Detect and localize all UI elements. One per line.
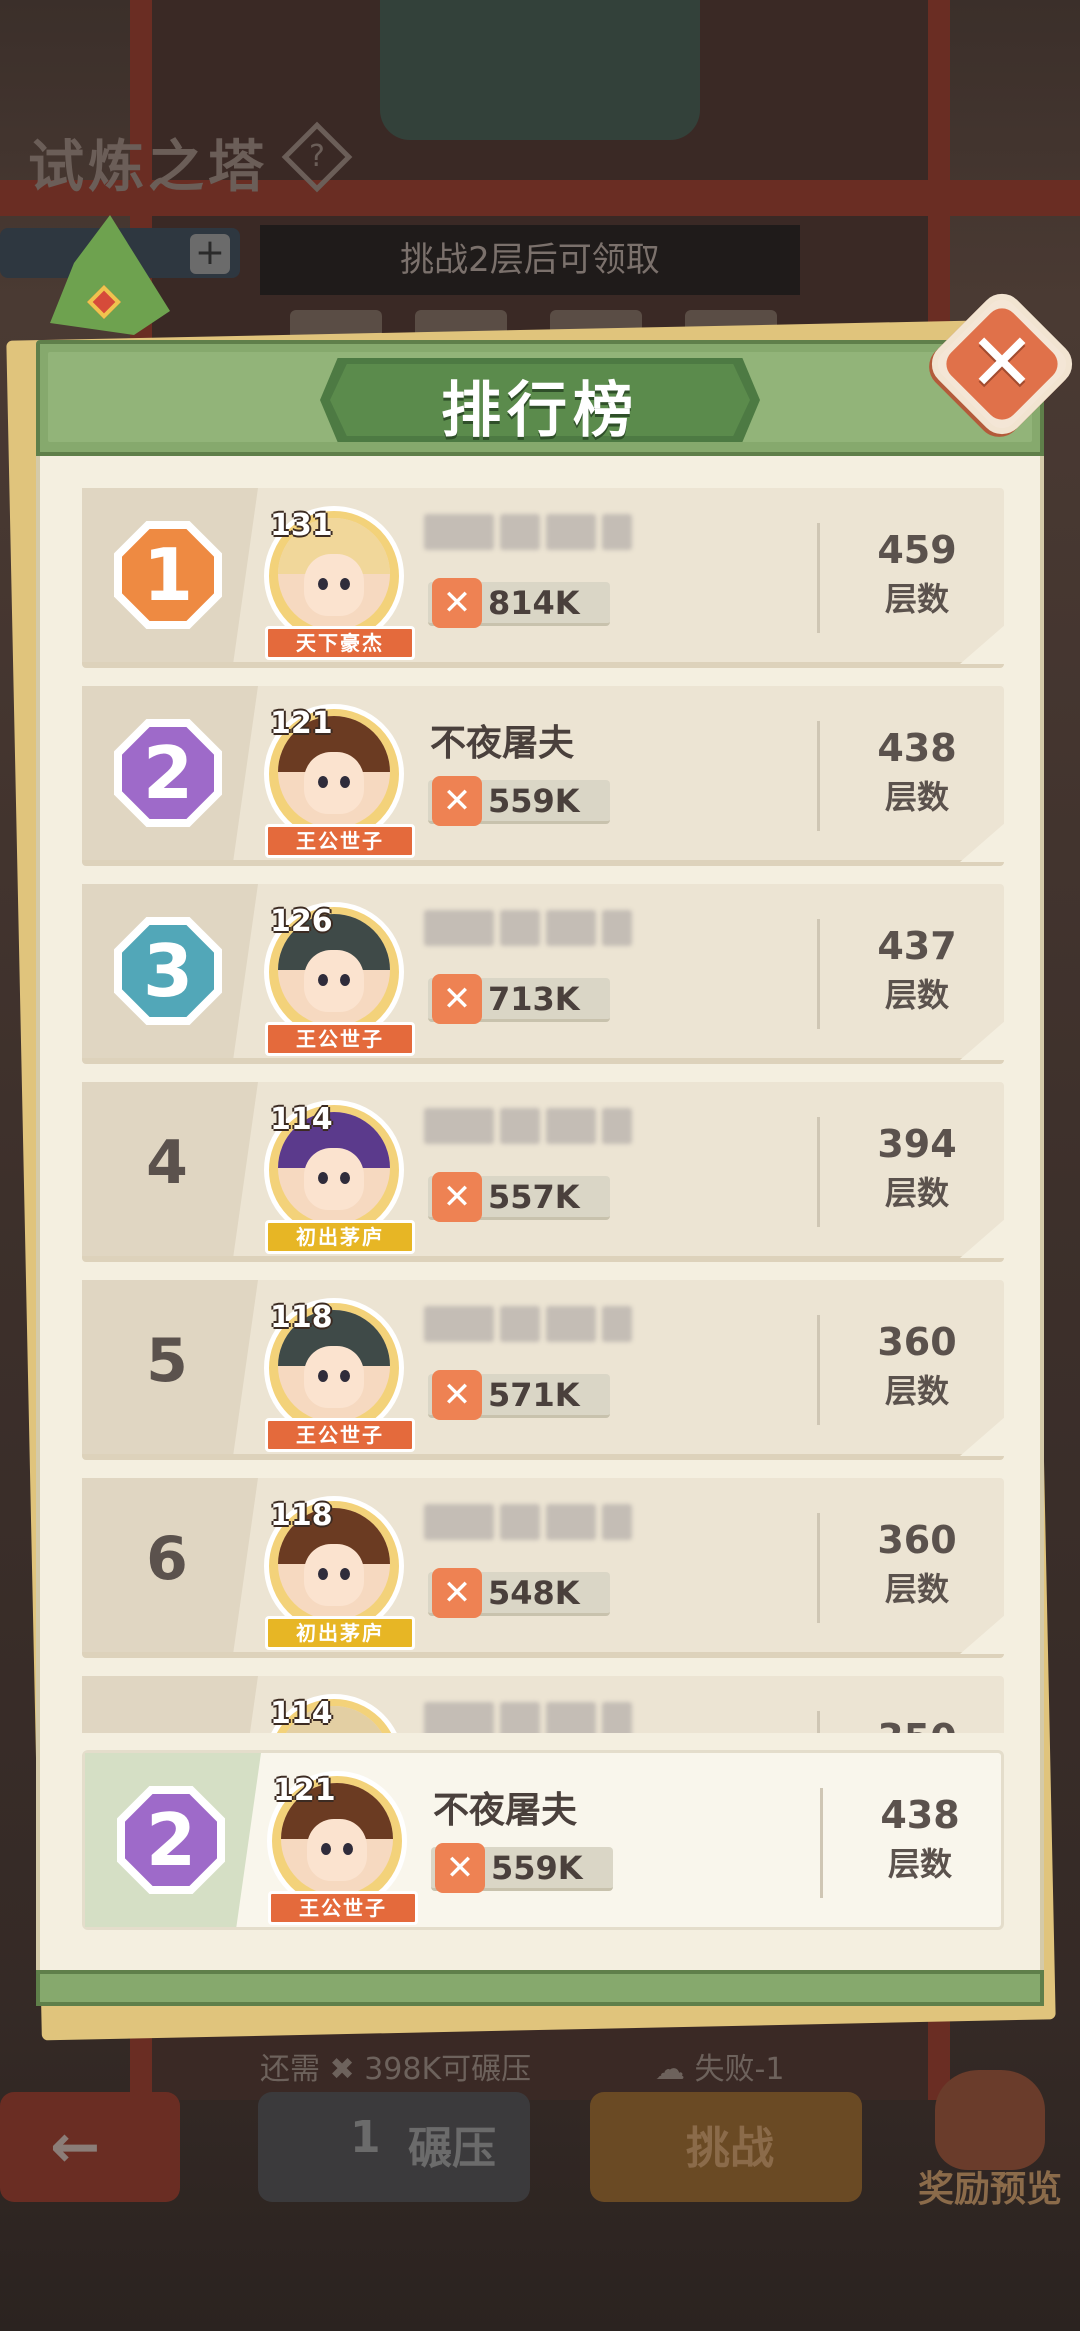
power-value: 814K xyxy=(488,584,580,622)
floor-label: 层数 xyxy=(884,1174,949,1212)
rank-number: 1 xyxy=(142,533,194,617)
crush-label: 碾压 xyxy=(408,2123,496,2174)
floor-count: 360 xyxy=(877,1518,957,1562)
floor-count: 438 xyxy=(880,1793,960,1837)
power-value: 713K xyxy=(488,980,580,1018)
player-level: 131 xyxy=(270,508,333,543)
floor-count: 394 xyxy=(877,1122,957,1166)
panel-header: 排行榜 xyxy=(36,340,1044,456)
player-name-redacted xyxy=(424,910,632,950)
divider xyxy=(817,1315,820,1425)
player-level: 114 xyxy=(270,1696,333,1731)
leaderboard-row[interactable]: 114 350 xyxy=(82,1676,1004,1733)
rank-number: 6 xyxy=(146,1524,188,1594)
player-title-tag: 王公世子 xyxy=(265,824,415,858)
power-value: 557K xyxy=(488,1178,580,1216)
player-name: 不夜屠夫 xyxy=(430,723,575,764)
player-name-redacted xyxy=(424,514,632,554)
player-name: 不夜屠夫 xyxy=(433,1790,578,1831)
crush-count: 1 xyxy=(350,2112,381,2163)
floor-count: 438 xyxy=(877,726,957,770)
close-icon[interactable]: ✕ xyxy=(946,308,1058,420)
crossed-swords-icon: ✕ xyxy=(435,1843,485,1893)
player-title-tag: 初出茅庐 xyxy=(265,1616,415,1650)
crossed-swords-icon: ✕ xyxy=(432,1370,482,1420)
leaderboard-row[interactable]: 3 126 王公世子 ✕ 713K 437 层数 xyxy=(82,884,1004,1064)
floor-label: 层数 xyxy=(887,1845,952,1883)
divider xyxy=(817,1117,820,1227)
player-title-tag: 王公世子 xyxy=(268,1891,418,1925)
power-value: 559K xyxy=(491,1849,583,1887)
power-value: 548K xyxy=(488,1574,580,1612)
player-title-tag: 王公世子 xyxy=(265,1022,415,1056)
back-arrow-icon: ← xyxy=(50,2112,101,2182)
divider xyxy=(817,523,820,633)
rank-number: 4 xyxy=(146,1128,188,1198)
player-name-redacted xyxy=(424,1504,632,1544)
player-level: 114 xyxy=(270,1102,333,1137)
add-resource-button[interactable]: + xyxy=(190,234,230,274)
rank-number: 3 xyxy=(142,929,194,1013)
player-level: 121 xyxy=(270,706,333,741)
player-title-tag: 天下豪杰 xyxy=(265,626,415,660)
rank-badge-icon: 3 xyxy=(114,917,222,1025)
crush-requirement: 还需 ✖ 398K可碾压 xyxy=(260,2052,532,2087)
rank-number: 2 xyxy=(142,731,194,815)
reward-preview-label[interactable]: 奖励预览 xyxy=(918,2160,1062,2212)
player-title-tag: 初出茅庐 xyxy=(265,1220,415,1254)
tower-top-ornament xyxy=(380,0,700,140)
divider xyxy=(817,1513,820,1623)
player-title-tag: 王公世子 xyxy=(265,1418,415,1452)
leaderboard-row[interactable]: 2 121 王公世子 不夜屠夫 ✕ 559K 438 层数 xyxy=(82,686,1004,866)
challenge-label: 挑战 xyxy=(686,2123,774,2174)
rank-cell xyxy=(82,1676,258,1733)
leaderboard-row[interactable]: 1 131 天下豪杰 ✕ 814K 459 层数 xyxy=(82,488,1004,668)
player-level: 121 xyxy=(273,1773,336,1808)
divider xyxy=(817,919,820,1029)
panel-footer xyxy=(36,1970,1044,2006)
floor-label: 层数 xyxy=(884,976,949,1014)
leaderboard-list[interactable]: 1 131 天下豪杰 ✕ 814K 459 层数 2 121 王公世子 不夜屠夫 ✕ 559K 438 层数… xyxy=(82,488,1004,1733)
crossed-swords-icon: ✕ xyxy=(432,974,482,1024)
player-name-redacted xyxy=(424,1702,632,1733)
leaderboard-row[interactable]: 6 118 初出茅庐 ✕ 548K 360 层数 xyxy=(82,1478,1004,1658)
floor-count: 437 xyxy=(877,924,957,968)
divider xyxy=(820,1788,823,1898)
floor-label: 层数 xyxy=(884,1570,949,1608)
floor-count: 459 xyxy=(877,528,957,572)
rank-badge-icon: 1 xyxy=(114,521,222,629)
reward-bag-icon[interactable] xyxy=(935,2070,1045,2170)
floor-label: 层数 xyxy=(884,778,949,816)
power-value: 559K xyxy=(488,782,580,820)
tower-title: 试炼之塔 xyxy=(28,135,268,200)
divider xyxy=(817,1711,820,1733)
panel-title: 排行榜 xyxy=(441,376,639,446)
crossed-swords-icon: ✕ xyxy=(432,1172,482,1222)
leaderboard-row[interactable]: 5 118 王公世子 ✕ 571K 360 层数 xyxy=(82,1280,1004,1460)
player-level: 118 xyxy=(270,1498,333,1533)
crossed-swords-icon: ✕ xyxy=(432,776,482,826)
rank-number: 5 xyxy=(146,1326,188,1396)
defeat-info: ☁ 失败-1 xyxy=(655,2052,785,2087)
rank-number: 2 xyxy=(145,1798,197,1882)
crossed-swords-icon: ✕ xyxy=(432,1568,482,1618)
player-level: 118 xyxy=(270,1300,333,1335)
leaderboard-row[interactable]: 4 114 初出茅庐 ✕ 557K 394 层数 xyxy=(82,1082,1004,1262)
floor-count: 360 xyxy=(877,1320,957,1364)
challenge-banner-text: 挑战2层后可领取 xyxy=(400,240,660,280)
player-name-redacted xyxy=(424,1306,632,1346)
rank-badge-icon: 2 xyxy=(114,719,222,827)
divider xyxy=(817,721,820,831)
crossed-swords-icon: ✕ xyxy=(432,578,482,628)
player-level: 126 xyxy=(270,904,333,939)
floor-count: 350 xyxy=(852,1716,982,1733)
my-rank-row[interactable]: 2 121 王公世子 不夜屠夫 ✕ 559K 438 层数 xyxy=(82,1750,1004,1930)
floor-label: 层数 xyxy=(884,1372,949,1410)
floor-label: 层数 xyxy=(884,580,949,618)
power-value: 571K xyxy=(488,1376,580,1414)
player-name-redacted xyxy=(424,1108,632,1148)
rank-badge-icon: 2 xyxy=(117,1786,225,1894)
